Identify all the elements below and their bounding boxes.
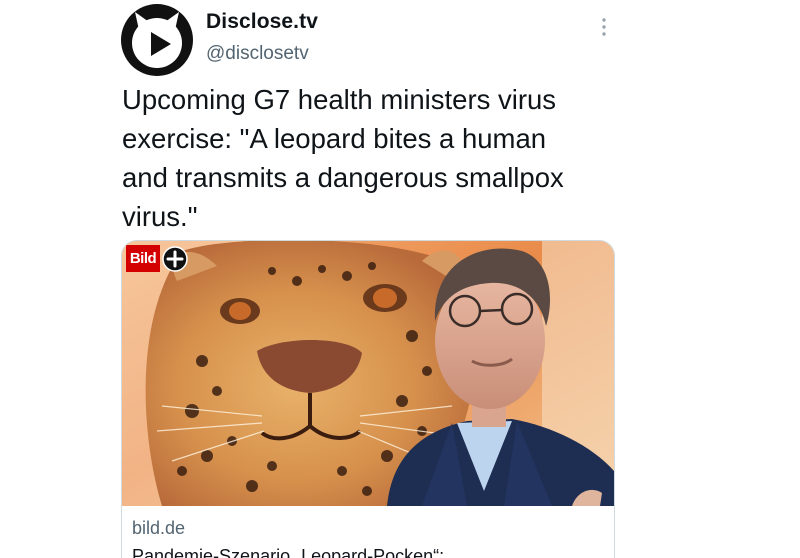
author-display-name[interactable]: Disclose.tv xyxy=(206,10,318,34)
card-domain: bild.de xyxy=(132,518,186,538)
card-image xyxy=(122,241,614,506)
tweet-screenshot: Disclose.tv @disclosetv Upcoming G7 heal… xyxy=(0,0,800,558)
bild-logo: Bild xyxy=(126,245,160,272)
tweet-text: Upcoming G7 health ministers virus exerc… xyxy=(122,84,564,232)
bild-badge: Bild xyxy=(126,245,190,273)
plus-circle-icon xyxy=(162,246,188,272)
link-preview-card[interactable]: Bild bild.de Pandemie-Szenario „Leopard-… xyxy=(121,240,615,558)
card-title[interactable]: Pandemie-Szenario „Leopard-Pocken“: xyxy=(132,546,444,558)
avatar[interactable] xyxy=(121,4,193,76)
vertical-dots-icon[interactable] xyxy=(598,16,610,38)
author-handle[interactable]: @disclosetv xyxy=(206,43,309,65)
